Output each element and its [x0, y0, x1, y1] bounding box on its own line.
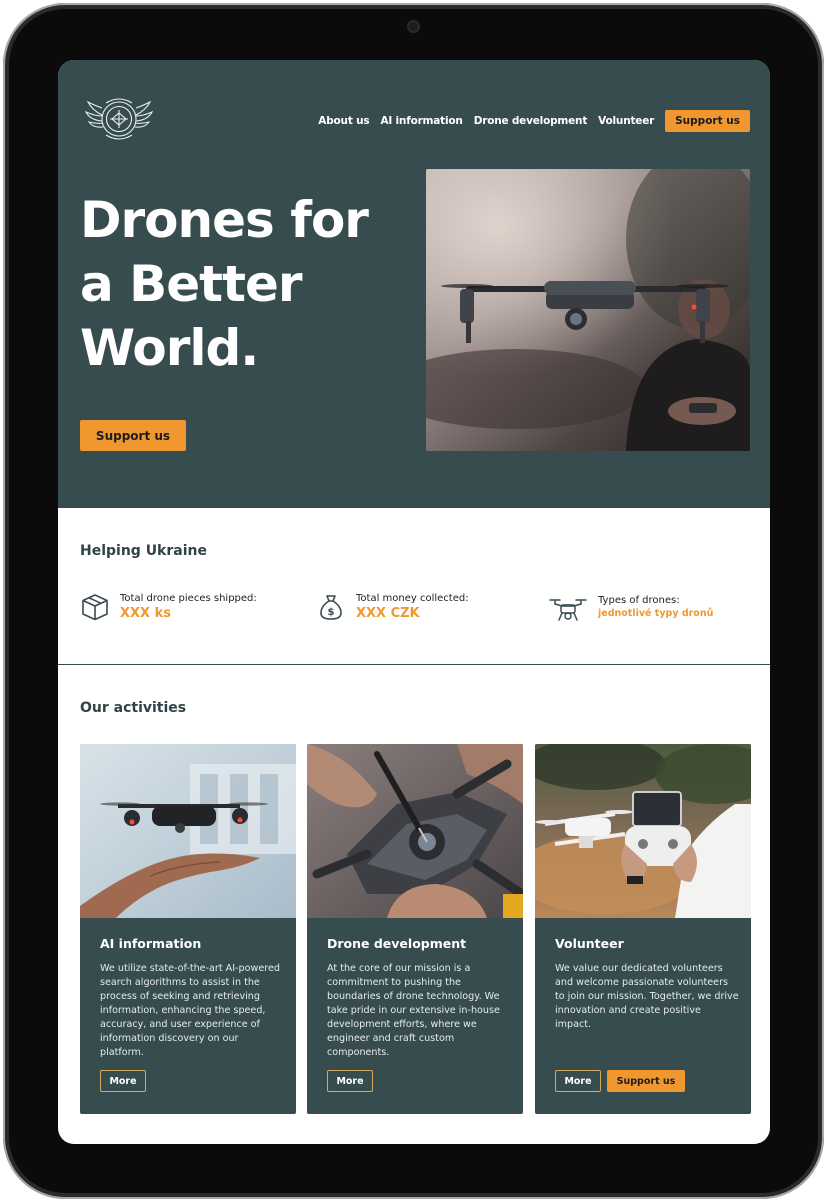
- logo-emblem-icon[interactable]: [84, 90, 154, 148]
- svg-text:$: $: [328, 607, 335, 618]
- stat-value: XXX ks: [120, 606, 171, 621]
- money-bag-icon: $: [320, 595, 342, 620]
- box-icon: [82, 594, 108, 621]
- card-support-us-button[interactable]: Support us: [607, 1070, 685, 1092]
- card-title: Drone development: [327, 936, 467, 951]
- card-image-hand-drone: [80, 744, 296, 918]
- nav-link-volunteer[interactable]: Volunteer: [598, 115, 654, 127]
- activity-card-drone-development: Drone development At the core of our mis…: [307, 744, 523, 1114]
- stat-value: XXX CZK: [356, 606, 420, 621]
- more-button[interactable]: More: [327, 1070, 373, 1092]
- nav-link-drone-development[interactable]: Drone development: [474, 115, 588, 127]
- more-button[interactable]: More: [100, 1070, 146, 1092]
- nav-support-us-button[interactable]: Support us: [665, 110, 750, 132]
- stat-value: jednotlivé typy dronů: [598, 608, 714, 619]
- card-title: AI information: [100, 936, 202, 951]
- stat-label: Types of drones:: [598, 595, 680, 606]
- card-text: At the core of our mission is a commitme…: [327, 963, 500, 1058]
- card-text: We value our dedicated volunteers and we…: [555, 963, 739, 1030]
- stat-money-collected: $ Total money collected: XXX CZK: [316, 592, 469, 622]
- hero-support-us-button[interactable]: Support us: [80, 420, 186, 451]
- card-title: Volunteer: [555, 936, 624, 951]
- our-activities-title: Our activities: [80, 700, 187, 716]
- section-divider: [58, 664, 770, 665]
- stat-label: Total drone pieces shipped:: [120, 593, 257, 604]
- card-image-drone-controller: [535, 744, 751, 918]
- drone-icon: [549, 599, 587, 621]
- helping-ukraine-title: Helping Ukraine: [80, 543, 207, 559]
- hero-section: About us AI information Drone developmen…: [58, 60, 770, 508]
- nav-link-about-us[interactable]: About us: [318, 115, 369, 127]
- activity-card-volunteer: Volunteer We value our dedicated volunte…: [535, 744, 751, 1114]
- main-nav: About us AI information Drone developmen…: [307, 110, 750, 132]
- hero-title: Drones for a Better World.: [80, 191, 369, 377]
- more-button[interactable]: More: [555, 1070, 601, 1092]
- card-image-drone-repair: [307, 744, 523, 918]
- hero-drone-photo: [426, 169, 750, 451]
- front-camera: [409, 22, 418, 31]
- stat-drone-types: Types of drones: jednotlivé typy dronů: [548, 594, 713, 624]
- nav-link-ai-information[interactable]: AI information: [380, 115, 462, 127]
- web-page: About us AI information Drone developmen…: [58, 60, 770, 1144]
- activity-card-ai-information: AI information We utilize state-of-the-a…: [80, 744, 296, 1114]
- stat-drones-shipped: Total drone pieces shipped: XXX ks: [80, 592, 257, 622]
- card-text: We utilize state-of-the-art AI-powered s…: [100, 963, 280, 1058]
- stat-label: Total money collected:: [356, 593, 469, 604]
